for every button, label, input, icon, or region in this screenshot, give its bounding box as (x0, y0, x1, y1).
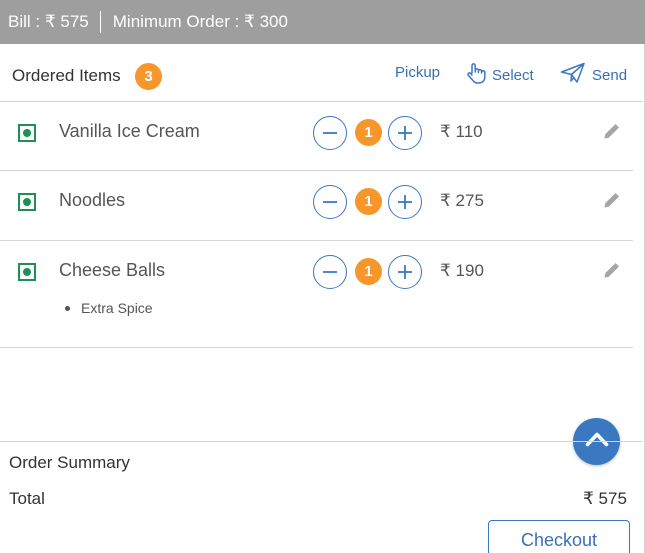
plus-icon (398, 195, 412, 209)
increase-quantity-button[interactable] (388, 116, 422, 150)
quantity-badge: 1 (355, 188, 382, 215)
pencil-edit-icon[interactable] (603, 122, 621, 145)
order-item-row: Cheese Balls 1 ₹ 190 Extra Spice (0, 241, 633, 348)
total-value: ₹ 575 (583, 489, 627, 508)
quantity-badge: 1 (355, 258, 382, 285)
send-button[interactable]: Send (560, 62, 627, 88)
checkout-button[interactable]: Checkout (488, 520, 630, 553)
total-label: Total (9, 489, 45, 508)
quantity-badge: 1 (355, 119, 382, 146)
veg-indicator-icon (18, 193, 36, 211)
pencil-edit-icon[interactable] (603, 191, 621, 214)
item-price: ₹ 110 (440, 122, 483, 141)
hand-pointer-icon (466, 62, 492, 88)
item-name: Cheese Balls (59, 260, 166, 280)
bill-amount: Bill : ₹ 575 (8, 11, 101, 33)
minus-icon (323, 201, 337, 203)
order-summary: Order Summary Total ₹ 575 Checkout (0, 441, 643, 553)
ordered-items-header: Ordered Items 3 Pickup Select Send (0, 44, 643, 102)
item-name: Vanilla Ice Cream (59, 121, 200, 141)
minus-icon (323, 132, 337, 134)
select-button[interactable]: Select (466, 62, 534, 88)
order-item-row: Noodles 1 ₹ 275 (0, 171, 633, 241)
paper-plane-icon (560, 62, 592, 88)
veg-indicator-icon (18, 124, 36, 142)
decrease-quantity-button[interactable] (313, 255, 347, 289)
plus-icon (398, 265, 412, 279)
order-item-row: Vanilla Ice Cream 1 ₹ 110 (0, 102, 633, 171)
veg-indicator-icon (18, 263, 36, 281)
send-label: Send (592, 66, 628, 84)
item-name: Noodles (59, 190, 126, 210)
order-summary-title: Order Summary (9, 453, 130, 472)
select-label: Select (492, 66, 534, 84)
item-addon: Extra Spice (65, 300, 153, 316)
increase-quantity-button[interactable] (388, 255, 422, 289)
bullet-icon (65, 305, 70, 311)
decrease-quantity-button[interactable] (313, 116, 347, 150)
ordered-items-title: Ordered Items (12, 66, 121, 85)
minus-icon (323, 271, 337, 273)
decrease-quantity-button[interactable] (313, 185, 347, 219)
pickup-label: Pickup (395, 64, 441, 81)
item-count-badge: 3 (135, 63, 162, 90)
minimum-order: Minimum Order : ₹ 300 (112, 12, 288, 31)
plus-icon (398, 126, 412, 140)
order-panel: Ordered Items 3 Pickup Select Send Vanil (0, 44, 645, 553)
addon-label: Extra Spice (81, 300, 153, 316)
item-price: ₹ 190 (440, 261, 484, 280)
pickup-button[interactable]: Pickup (395, 64, 440, 81)
item-price: ₹ 275 (440, 191, 484, 210)
bill-bar: Bill : ₹ 575 Minimum Order : ₹ 300 (0, 0, 645, 44)
increase-quantity-button[interactable] (388, 185, 422, 219)
pencil-edit-icon[interactable] (603, 261, 621, 284)
